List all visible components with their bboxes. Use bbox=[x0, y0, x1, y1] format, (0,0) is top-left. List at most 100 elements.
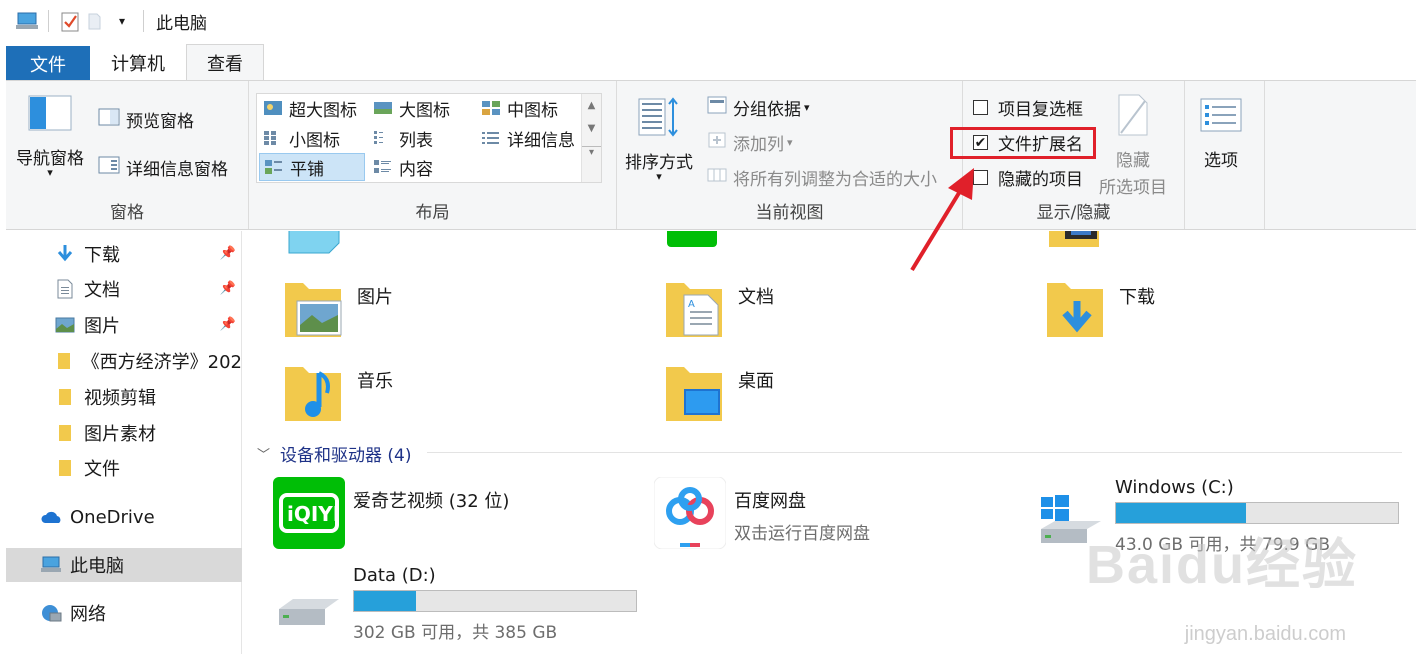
baidu-jingyan-watermark-logo: Baidu经验 bbox=[1086, 535, 1359, 595]
options-button[interactable]: 选项 bbox=[1199, 97, 1243, 171]
sort-by-button[interactable]: 排序方式 ▾ bbox=[625, 95, 693, 182]
size-columns-icon bbox=[707, 166, 727, 189]
nav-item-onedrive[interactable]: OneDrive bbox=[6, 500, 242, 534]
layout-label: 详细信息 bbox=[507, 130, 575, 151]
add-columns-button[interactable]: 添加列 ▾ bbox=[707, 130, 793, 155]
cloud-icon bbox=[40, 507, 62, 527]
collapse-chevron-icon[interactable]: ﹀ bbox=[257, 444, 270, 463]
data-drive-icon bbox=[273, 593, 345, 643]
folder-downloads[interactable]: 下载 bbox=[1045, 275, 1155, 355]
device-baidu-netdisk[interactable]: 百度网盘 双击运行百度网盘 bbox=[653, 476, 870, 554]
nav-item-documents[interactable]: 文档 📌 bbox=[6, 272, 242, 306]
computer-icon[interactable] bbox=[14, 6, 40, 36]
devices-section-header[interactable]: ﹀ 设备和驱动器 (4) bbox=[257, 441, 412, 466]
layout-label: 列表 bbox=[399, 130, 433, 151]
device-subtitle: 302 GB 可用，共 385 GB bbox=[353, 623, 558, 643]
nav-item-label: 此电脑 bbox=[70, 556, 124, 577]
pin-icon[interactable]: 📌 bbox=[220, 281, 236, 296]
nav-item-label: 图片 bbox=[84, 316, 120, 337]
download-arrow-icon bbox=[54, 244, 76, 264]
nav-item-this-pc[interactable]: 此电脑 bbox=[6, 548, 242, 582]
scroll-up-icon[interactable]: ▲ bbox=[582, 100, 601, 111]
iqiyi-folder-icon[interactable] bbox=[665, 231, 719, 258]
nav-item-folder-files[interactable]: 文件 bbox=[6, 451, 242, 485]
navigation-pane-icon bbox=[28, 95, 72, 136]
folder-icon bbox=[54, 458, 76, 478]
details-pane-button[interactable]: 详细信息窗格 bbox=[98, 155, 228, 180]
title-bar: ▾ 此电脑 bbox=[0, 0, 1416, 42]
document-icon bbox=[54, 279, 76, 299]
navigation-pane-button[interactable]: 导航窗格 ▾ bbox=[16, 95, 84, 178]
scroll-down-icon[interactable]: ▼ bbox=[582, 123, 601, 134]
folder-icon bbox=[54, 423, 76, 443]
item-checkboxes-checkbox[interactable] bbox=[973, 100, 988, 115]
drive-d-usage-bar bbox=[353, 590, 637, 612]
preview-pane-label: 预览窗格 bbox=[126, 112, 194, 132]
pin-icon[interactable]: 📌 bbox=[220, 246, 236, 261]
layout-details[interactable]: 详细信息 bbox=[477, 124, 581, 152]
hide-selected-label-2: 所选项目 bbox=[1099, 178, 1167, 198]
properties-icon[interactable] bbox=[57, 6, 83, 36]
details-pane-icon bbox=[98, 156, 120, 179]
pin-icon[interactable]: 📌 bbox=[220, 317, 236, 332]
tab-computer[interactable]: 计算机 bbox=[90, 44, 186, 80]
pictures-folder-icon bbox=[283, 275, 343, 344]
nav-item-downloads[interactable]: 下载 📌 bbox=[6, 237, 242, 271]
layout-label: 大图标 bbox=[399, 100, 450, 121]
nav-item-label: 文档 bbox=[84, 280, 120, 301]
folder-desktop[interactable]: 桌面 bbox=[664, 359, 774, 439]
layout-content[interactable]: 内容 bbox=[369, 153, 477, 181]
layout-tiles[interactable]: 平铺 bbox=[259, 153, 365, 181]
tab-file[interactable]: 文件 bbox=[6, 46, 90, 80]
customize-quick-access-chevron-down-icon[interactable]: ▾ bbox=[109, 6, 135, 36]
hide-selected-label-1: 隐藏 bbox=[1116, 151, 1150, 171]
svg-text:A: A bbox=[688, 299, 695, 310]
folder-documents[interactable]: A 文档 bbox=[664, 275, 774, 355]
nav-item-label: 图片素材 bbox=[84, 424, 156, 445]
nav-item-label: 视频剪辑 bbox=[84, 388, 156, 409]
nav-item-folder-video-editing[interactable]: 视频剪辑 bbox=[6, 380, 242, 414]
folder-label: 桌面 bbox=[738, 371, 774, 392]
window-title: 此电脑 bbox=[156, 13, 207, 34]
group-by-button[interactable]: 分组依据 ▾ bbox=[707, 95, 810, 120]
hidden-items-label: 隐藏的项目 bbox=[998, 170, 1083, 190]
layout-label: 中图标 bbox=[507, 100, 558, 121]
file-extensions-highlight-box bbox=[950, 127, 1096, 159]
folder-icon bbox=[54, 387, 76, 407]
item-checkboxes-option[interactable]: 项目复选框 bbox=[973, 95, 1083, 120]
nav-item-pictures[interactable]: 图片 📌 bbox=[6, 308, 242, 342]
tab-view[interactable]: 查看 bbox=[186, 44, 264, 80]
layout-label: 小图标 bbox=[289, 130, 340, 151]
new-folder-icon[interactable] bbox=[83, 6, 109, 36]
group-by-chevron-down-icon: ▾ bbox=[804, 101, 810, 114]
folder-pictures[interactable]: 图片 bbox=[283, 275, 393, 355]
hide-selected-items-button[interactable]: 隐藏 所选项目 bbox=[1099, 93, 1167, 198]
device-iqiyi[interactable]: iQIYI 爱奇艺视频 (32 位) bbox=[273, 477, 509, 554]
gallery-expand-icon[interactable]: ▾ bbox=[582, 146, 601, 158]
layout-small-icons[interactable]: 小图标 bbox=[259, 124, 369, 152]
folder-music[interactable]: 音乐 bbox=[283, 359, 393, 439]
layout-list[interactable]: 列表 bbox=[369, 124, 477, 152]
computer-icon bbox=[40, 555, 62, 575]
group-layout-label: 布局 bbox=[415, 203, 450, 223]
layout-large-icons[interactable]: 大图标 bbox=[369, 94, 477, 122]
red-arrow-annotation bbox=[910, 168, 974, 272]
3d-objects-icon[interactable] bbox=[285, 231, 341, 262]
nav-item-folder-economics[interactable]: 《西方经济学》202 bbox=[6, 344, 242, 378]
details-pane-label: 详细信息窗格 bbox=[126, 160, 228, 180]
options-icon bbox=[1199, 97, 1243, 138]
add-columns-icon bbox=[707, 131, 727, 154]
nav-item-folder-image-assets[interactable]: 图片素材 bbox=[6, 416, 242, 450]
videos-folder-icon[interactable] bbox=[1047, 231, 1101, 258]
documents-folder-icon: A bbox=[664, 275, 724, 344]
music-folder-icon bbox=[283, 359, 343, 428]
layout-medium-icons[interactable]: 中图标 bbox=[477, 94, 581, 122]
nav-item-network[interactable]: 网络 bbox=[6, 596, 242, 630]
nav-item-label: 下载 bbox=[84, 245, 120, 266]
layout-extra-large-icons[interactable]: 超大图标 bbox=[259, 94, 369, 122]
device-drive-d[interactable]: Data (D:) 302 GB 可用，共 385 GB bbox=[273, 565, 637, 643]
large-icons-icon bbox=[373, 100, 393, 116]
layout-gallery-scroll[interactable]: ▲ ▼ ▾ bbox=[581, 94, 601, 182]
preview-pane-button[interactable]: 预览窗格 bbox=[98, 107, 194, 132]
desktop-folder-icon bbox=[664, 359, 724, 428]
